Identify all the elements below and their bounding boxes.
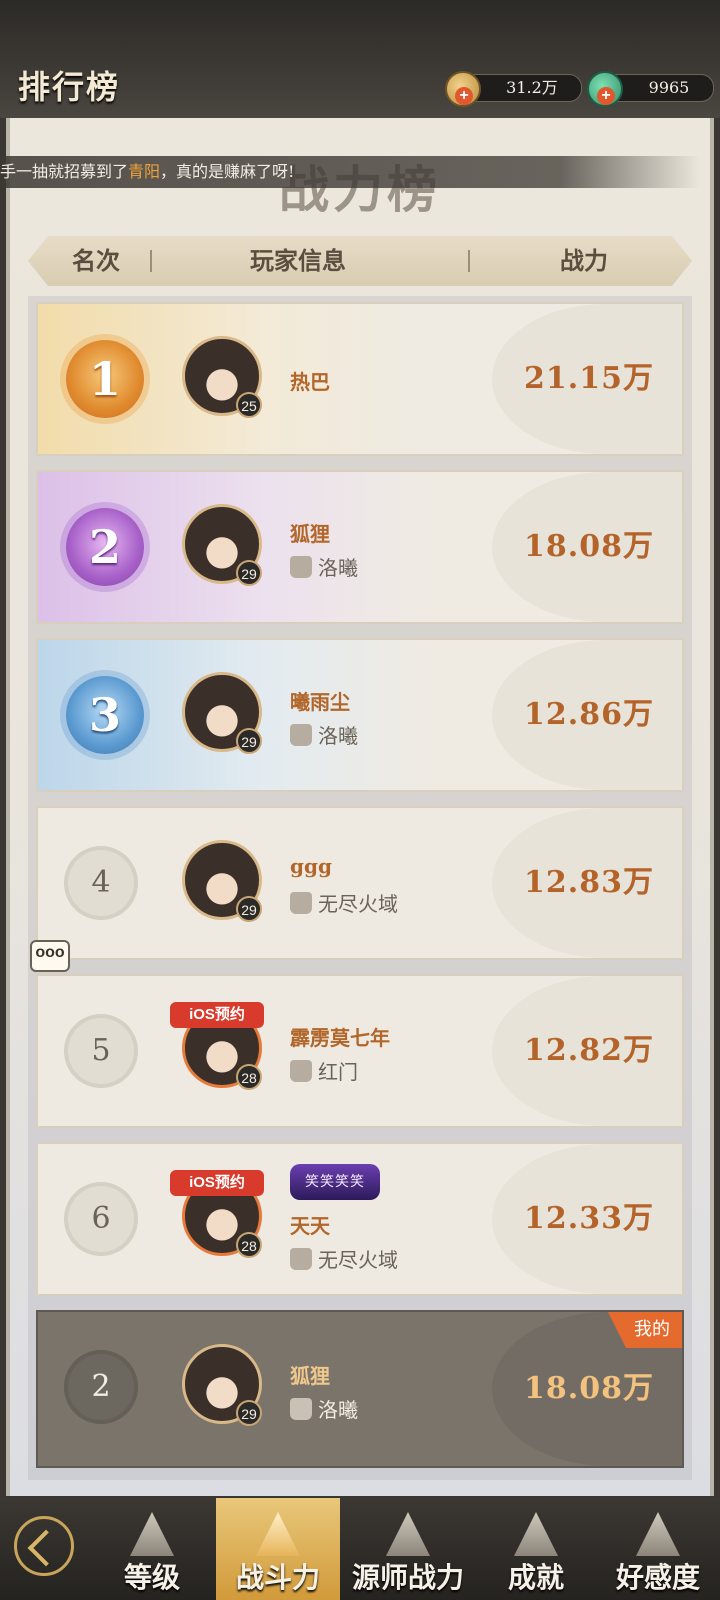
power-value: 12.33万 xyxy=(524,1201,654,1236)
gem-value: 9965 xyxy=(648,78,690,97)
tab-master-power[interactable]: 源师战力 xyxy=(346,1498,470,1600)
header-divider xyxy=(150,250,152,272)
guild-name: 洛曦 xyxy=(318,724,358,748)
ranking-list[interactable]: 1 25 热巴 21.15万 2 29 狐狸 洛曦 18.08万 3 29 曦雨… xyxy=(28,296,692,1480)
master-tab-icon xyxy=(386,1512,430,1556)
guild-icon xyxy=(290,892,312,914)
back-button[interactable] xyxy=(0,1498,96,1600)
back-icon xyxy=(14,1516,74,1576)
player-name: 狐狸 xyxy=(290,1364,330,1388)
guild-name: 无尽火域 xyxy=(318,1248,398,1272)
guild-info: 洛曦 xyxy=(290,720,358,749)
ticker-prefix: 手一抽就招募到了 xyxy=(0,162,129,181)
tab-label: 成就 xyxy=(507,1561,564,1594)
player-name: 曦雨尘 xyxy=(290,690,350,714)
top-bar: 排行榜 + 31.2万 + 9965 xyxy=(0,0,720,118)
tab-affinity[interactable]: 好感度 xyxy=(596,1498,720,1600)
rank-number: 5 xyxy=(64,1014,138,1088)
rank-number: 4 xyxy=(64,846,138,920)
rank-medal-bronze: 3 xyxy=(66,676,144,754)
ios-preorder-badge: iOS预约 xyxy=(170,1170,264,1196)
achievement-tab-icon xyxy=(514,1512,558,1556)
header-power: 战力 xyxy=(560,246,608,275)
swords-icon xyxy=(256,1512,300,1556)
page-title: 排行榜 xyxy=(18,68,121,106)
guild-name: 洛曦 xyxy=(318,556,358,580)
bottom-nav: 等级 战斗力 源师战力 成就 好感度 xyxy=(0,1498,720,1600)
power-value: 18.08万 xyxy=(524,1371,654,1406)
level-badge: 28 xyxy=(236,1232,262,1258)
guild-icon xyxy=(290,1060,312,1082)
my-rank-row[interactable]: 我的 2 29 狐狸 洛曦 18.08万 xyxy=(36,1310,684,1468)
guild-icon xyxy=(290,724,312,746)
level-badge: 29 xyxy=(236,896,262,922)
guild-icon xyxy=(290,556,312,578)
header-player: 玩家信息 xyxy=(250,246,346,275)
list-item[interactable]: 4 29 ggg 无尽火域 12.83万 xyxy=(36,806,684,960)
list-item[interactable]: 1 25 热巴 21.15万 xyxy=(36,302,684,456)
ticker-highlight: 青阳 xyxy=(128,162,161,181)
player-name: 霹雳莫七年 xyxy=(290,1026,390,1050)
rank-number: 2 xyxy=(64,1350,138,1424)
player-name: 天天 xyxy=(290,1214,330,1238)
header-divider xyxy=(468,250,470,272)
coin-icon: + xyxy=(445,71,481,107)
guild-info: 洛曦 xyxy=(290,1394,358,1423)
list-item[interactable]: 5 iOS预约 28 霹雳莫七年 红门 12.82万 xyxy=(36,974,684,1128)
power-value: 12.82万 xyxy=(524,1033,654,1068)
add-icon[interactable]: + xyxy=(597,87,615,105)
gold-currency[interactable]: + 31.2万 xyxy=(445,71,582,107)
list-item[interactable]: 3 29 曦雨尘 洛曦 12.86万 xyxy=(36,638,684,792)
level-badge: 29 xyxy=(236,560,262,586)
guild-name: 红门 xyxy=(318,1060,358,1084)
guild-icon xyxy=(290,1398,312,1420)
power-value: 18.08万 xyxy=(524,529,654,564)
gold-value: 31.2万 xyxy=(506,78,558,97)
tab-label: 战斗力 xyxy=(235,1561,320,1594)
gem-currency[interactable]: + 9965 xyxy=(587,71,714,107)
tab-label: 源师战力 xyxy=(351,1561,464,1594)
player-name: 热巴 xyxy=(290,370,330,394)
rank-medal-gold: 1 xyxy=(66,340,144,418)
tab-combat-power[interactable]: 战斗力 xyxy=(216,1498,340,1600)
guild-info: 无尽火域 xyxy=(290,1244,398,1273)
power-value: 12.86万 xyxy=(524,697,654,732)
level-badge: 29 xyxy=(236,1400,262,1426)
level-badge: 28 xyxy=(236,1064,262,1090)
level-tab-icon xyxy=(130,1512,174,1556)
column-header: 名次 玩家信息 战力 xyxy=(28,236,692,286)
guild-icon xyxy=(290,1248,312,1270)
power-value: 12.83万 xyxy=(524,865,654,900)
list-item[interactable]: 2 29 狐狸 洛曦 18.08万 xyxy=(36,470,684,624)
gem-icon: + xyxy=(587,71,623,107)
ticker-suffix: ，真的是赚麻了呀! xyxy=(160,162,295,181)
add-icon[interactable]: + xyxy=(455,87,473,105)
header-rank: 名次 xyxy=(72,246,120,275)
list-item[interactable]: 6 iOS预约 28 笑笑笑笑 天天 无尽火域 12.33万 xyxy=(36,1142,684,1296)
ios-preorder-badge: iOS预约 xyxy=(170,1002,264,1028)
level-badge: 29 xyxy=(236,728,262,754)
guild-info: 洛曦 xyxy=(290,552,358,581)
affinity-tab-icon xyxy=(636,1512,680,1556)
guild-name: 无尽火域 xyxy=(318,892,398,916)
power-value: 21.15万 xyxy=(524,361,654,396)
guild-name: 洛曦 xyxy=(318,1398,358,1422)
tab-achievement[interactable]: 成就 xyxy=(474,1498,598,1600)
announcement-ticker: 手一抽就招募到了青阳，真的是赚麻了呀! xyxy=(0,156,700,188)
guild-info: 无尽火域 xyxy=(290,888,398,917)
tab-label: 好感度 xyxy=(615,1561,700,1594)
tab-level[interactable]: 等级 xyxy=(90,1498,214,1600)
title-emblem: 笑笑笑笑 xyxy=(290,1164,380,1200)
rank-medal-silver: 2 xyxy=(66,508,144,586)
tab-label: 等级 xyxy=(123,1561,180,1594)
chat-bubble-icon[interactable]: ooo xyxy=(30,940,70,972)
player-name: ggg xyxy=(290,854,332,878)
rank-number: 6 xyxy=(64,1182,138,1256)
guild-info: 红门 xyxy=(290,1056,358,1085)
level-badge: 25 xyxy=(236,392,262,418)
player-name: 狐狸 xyxy=(290,522,330,546)
